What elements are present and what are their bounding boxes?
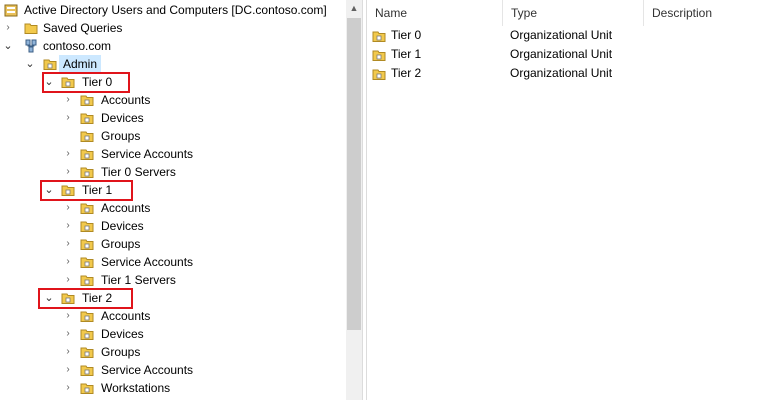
chevron-right-icon[interactable]: › [62, 271, 74, 289]
list-item-type: Organizational Unit [510, 28, 613, 42]
tree-item-tier0-devices[interactable]: › Devices [0, 109, 346, 127]
chevron-right-icon[interactable]: › [62, 145, 74, 163]
chevron-right-icon[interactable]: › [62, 307, 74, 325]
tree-item-admin[interactable]: ⌄ Admin [0, 55, 346, 73]
tree-item-tier0-servers[interactable]: › Tier 0 Servers [0, 163, 346, 181]
tree-item-label: Tier 0 Servers [101, 165, 176, 179]
tree-item-label: Devices [101, 327, 144, 341]
column-header-type[interactable]: Type [503, 0, 644, 26]
chevron-right-icon[interactable]: › [62, 109, 74, 127]
ou-folder-icon [80, 345, 94, 359]
tree-item-label: Accounts [101, 309, 151, 323]
tree-item-label: Service Accounts [101, 255, 194, 269]
ou-folder-icon [80, 201, 94, 215]
tree-item-tier0-service-accounts[interactable]: › Service Accounts [0, 145, 346, 163]
ou-folder-icon [372, 48, 386, 62]
chevron-right-icon[interactable]: › [62, 379, 74, 397]
column-header-name[interactable]: Name [367, 0, 503, 26]
tree-item-label: Saved Queries [43, 21, 123, 35]
chevron-right-icon[interactable]: › [62, 343, 74, 361]
list-item[interactable]: Tier 1 Organizational Unit [367, 45, 765, 64]
ou-folder-icon [80, 327, 94, 341]
ou-folder-icon [80, 129, 94, 143]
tree-item-tier1-service-accounts[interactable]: › Service Accounts [0, 253, 346, 271]
tree-item-label: Workstations [101, 381, 171, 395]
ou-folder-icon [80, 381, 94, 395]
ou-folder-icon [372, 29, 386, 43]
ou-folder-icon [80, 219, 94, 233]
chevron-right-icon[interactable]: › [62, 199, 74, 217]
tree-item-label: Accounts [101, 201, 151, 215]
tree-item-label: Devices [101, 111, 144, 125]
list-item-name: Tier 1 [391, 47, 422, 61]
chevron-right-icon[interactable]: › [62, 235, 74, 253]
tree-item-tier1-devices[interactable]: › Devices [0, 217, 346, 235]
tree-item-label: Groups [101, 345, 141, 359]
tree-item-tier2-groups[interactable]: › Groups [0, 343, 346, 361]
ad-console-icon [4, 3, 18, 17]
tree-item-domain[interactable]: ⌄ contoso.com [0, 37, 346, 55]
tree-item-label: Groups [101, 129, 141, 143]
tree-item-tier2-service-accounts[interactable]: › Service Accounts [0, 361, 346, 379]
tree-item-tier2-devices[interactable]: › Devices [0, 325, 346, 343]
ou-folder-icon [80, 273, 94, 287]
tree-item-tier0-groups[interactable]: Groups [0, 127, 346, 145]
ou-folder-icon [80, 363, 94, 377]
ou-folder-icon [80, 93, 94, 107]
chevron-right-icon[interactable]: › [2, 19, 14, 37]
chevron-right-icon[interactable]: › [62, 361, 74, 379]
ou-folder-icon [80, 111, 94, 125]
highlight-box-tier-0 [42, 72, 130, 93]
list-item-name: Tier 2 [391, 66, 422, 80]
tree-item-label: contoso.com [43, 39, 112, 53]
tree-item-tier1-servers[interactable]: › Tier 1 Servers [0, 271, 346, 289]
chevron-right-icon[interactable]: › [62, 217, 74, 235]
ou-folder-icon [43, 57, 57, 71]
scroll-up-icon[interactable]: ▲ [346, 0, 362, 17]
chevron-right-icon[interactable]: › [62, 163, 74, 181]
tree-item-saved-queries[interactable]: › Saved Queries [0, 19, 346, 37]
highlight-box-tier-1 [40, 180, 133, 201]
tree-root-label: Active Directory Users and Computers [DC… [24, 3, 327, 17]
ou-folder-icon [80, 237, 94, 251]
list-item[interactable]: Tier 0 Organizational Unit [367, 26, 765, 45]
column-header-description[interactable]: Description [644, 0, 765, 26]
tree-item-tier1-accounts[interactable]: › Accounts [0, 199, 346, 217]
tree-item-label: Devices [101, 219, 144, 233]
folder-icon [24, 21, 38, 35]
list-item-type: Organizational Unit [510, 66, 613, 80]
tree-scrollbar[interactable]: ▲ [346, 0, 362, 400]
chevron-right-icon[interactable]: › [62, 253, 74, 271]
ou-folder-icon [80, 165, 94, 179]
chevron-down-icon[interactable]: ⌄ [24, 55, 36, 73]
ou-folder-icon [372, 67, 386, 81]
scrollbar-thumb[interactable] [347, 18, 361, 330]
ou-folder-icon [80, 147, 94, 161]
tree-item-label: Groups [101, 237, 141, 251]
tree-item-label: Accounts [101, 93, 151, 107]
tree-item-label: Service Accounts [101, 147, 194, 161]
tree-item-tier1-groups[interactable]: › Groups [0, 235, 346, 253]
list-item-name: Tier 0 [391, 28, 422, 42]
tree-item-tier2-workstations[interactable]: › Workstations [0, 379, 346, 397]
console-tree: Active Directory Users and Computers [DC… [0, 0, 346, 400]
tree-item-label: Service Accounts [101, 363, 194, 377]
ou-folder-icon [80, 255, 94, 269]
tree-item-label: Tier 1 Servers [101, 273, 176, 287]
tree-item-tier0-accounts[interactable]: › Accounts [0, 91, 346, 109]
chevron-right-icon[interactable]: › [62, 325, 74, 343]
tree-item-label: Admin [59, 55, 102, 73]
details-list: Name Type Description Tier 0 Organizatio… [367, 0, 765, 400]
ou-folder-icon [80, 309, 94, 323]
list-item[interactable]: Tier 2 Organizational Unit [367, 64, 765, 83]
tree-item-tier2-accounts[interactable]: › Accounts [0, 307, 346, 325]
list-item-type: Organizational Unit [510, 47, 613, 61]
domain-icon [24, 39, 38, 53]
chevron-down-icon[interactable]: ⌄ [2, 37, 14, 55]
chevron-right-icon[interactable]: › [62, 91, 74, 109]
tree-root[interactable]: Active Directory Users and Computers [DC… [0, 1, 346, 19]
highlight-box-tier-2 [38, 288, 133, 309]
